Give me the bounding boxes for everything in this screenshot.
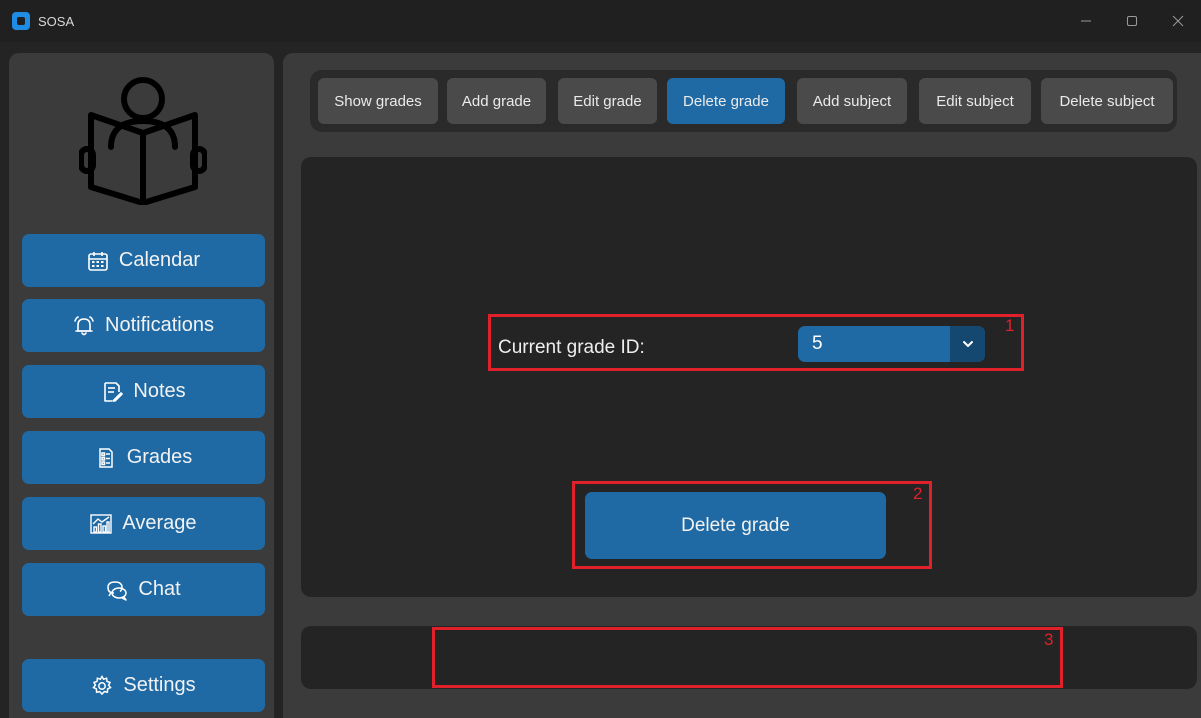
close-icon[interactable] <box>1155 0 1201 42</box>
sidebar-item-notifications[interactable]: Notifications <box>22 299 265 352</box>
sidebar-item-label: Settings <box>123 674 196 696</box>
sidebar-item-label: Notes <box>133 380 186 402</box>
sidebar-item-label: Chat <box>138 578 181 600</box>
sidebar-item-settings[interactable]: Settings <box>22 659 265 712</box>
sidebar-item-label: Average <box>122 512 197 534</box>
tab-label: Show grades <box>334 92 422 110</box>
title-bar: SOSA <box>0 0 1201 42</box>
annotation-box-2 <box>572 481 932 569</box>
reading-person-icon <box>79 77 207 205</box>
annotation-number-3: 3 <box>1044 630 1054 649</box>
sidebar-item-average[interactable]: Average <box>22 497 265 550</box>
sidebar-item-chat[interactable]: Chat <box>22 563 265 616</box>
sidebar-item-grades[interactable]: Grades <box>22 431 265 484</box>
annotation-box-3 <box>432 627 1063 688</box>
sidebar-item-label: Calendar <box>118 249 201 271</box>
gear-icon <box>92 674 113 695</box>
chart-icon <box>90 513 113 534</box>
tab-label: Add subject <box>812 92 892 110</box>
main-content: Show grades Add grade Edit grade Delete … <box>283 53 1201 718</box>
tab-delete-subject[interactable]: Delete subject <box>1041 78 1173 124</box>
tab-edit-grade[interactable]: Edit grade <box>558 78 657 124</box>
notes-icon <box>104 381 124 402</box>
tab-label: Edit subject <box>936 92 1014 110</box>
tab-bar: Show grades Add grade Edit grade Delete … <box>310 70 1177 132</box>
minimize-icon[interactable] <box>1063 0 1109 42</box>
window-controls <box>1063 0 1201 42</box>
tab-add-grade[interactable]: Add grade <box>447 78 546 124</box>
sidebar-item-notes[interactable]: Notes <box>22 365 265 418</box>
tab-delete-grade[interactable]: Delete grade <box>667 78 785 124</box>
calendar-icon <box>88 251 108 271</box>
sidebar: Calendar Notifications Notes Grades Aver… <box>9 53 274 718</box>
annotation-box-1 <box>488 314 1024 371</box>
sidebar-item-label: Grades <box>126 446 193 468</box>
bell-icon <box>74 315 94 335</box>
maximize-icon[interactable] <box>1109 0 1155 42</box>
sidebar-item-calendar[interactable]: Calendar <box>22 234 265 287</box>
tab-label: Delete subject <box>1059 92 1155 110</box>
app-logo-icon <box>12 12 30 30</box>
annotation-number-2: 2 <box>913 484 923 503</box>
tab-label: Edit grade <box>573 92 642 110</box>
tab-label: Delete grade <box>683 92 769 110</box>
window-title: SOSA <box>38 13 75 29</box>
tab-edit-subject[interactable]: Edit subject <box>919 78 1031 124</box>
tab-show-grades[interactable]: Show grades <box>318 78 438 124</box>
sidebar-item-label: Notifications <box>105 314 214 336</box>
tab-label: Add grade <box>461 92 532 110</box>
chat-icon <box>107 580 128 601</box>
tab-add-subject[interactable]: Add subject <box>797 78 907 124</box>
grades-icon <box>98 447 113 468</box>
annotation-number-1: 1 <box>1005 316 1015 335</box>
